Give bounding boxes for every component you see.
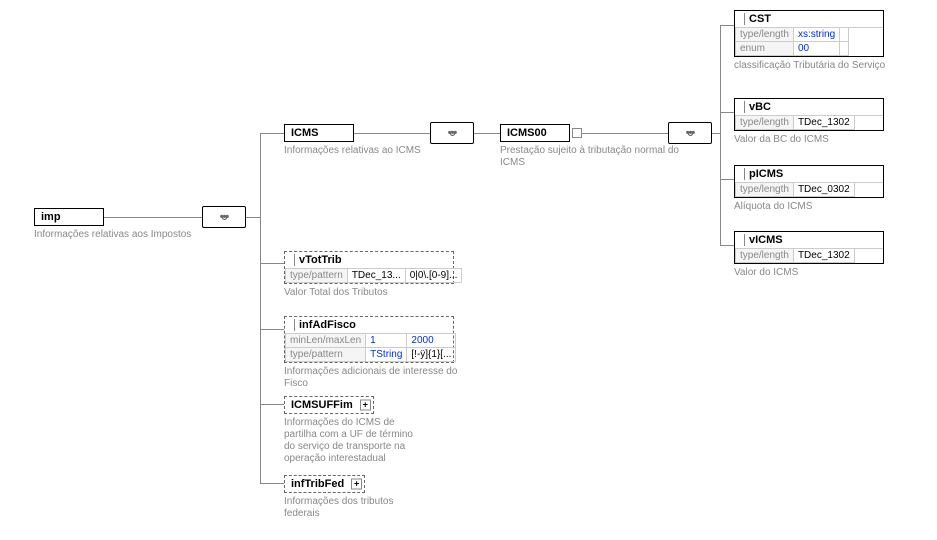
node-imp[interactable]: imp — [34, 208, 104, 226]
node-cst-desc: classificação Tributária do Serviço — [734, 60, 885, 72]
attr-val: 1 — [366, 334, 407, 348]
attr-key: enum — [736, 42, 794, 56]
node-vicms-label: vICMS — [749, 234, 783, 246]
node-infadfisco[interactable]: infAdFisco minLen/maxLen 1 2000 type/pat… — [284, 316, 454, 363]
node-icms-desc: Informações relativas ao ICMS — [284, 145, 421, 157]
node-infadfisco-desc: Informações adicionais de interesse do F… — [284, 366, 464, 390]
indicator-icon — [291, 319, 295, 331]
node-inftribfed-label: infTribFed — [291, 478, 344, 490]
node-imp-desc: Informações relativas aos Impostos — [34, 229, 191, 241]
node-icms00-label: ICMS00 — [507, 127, 547, 139]
node-icmsuffim-label: ICMSUFFim — [291, 399, 353, 411]
attr-val: TDec_1302 — [793, 116, 854, 130]
node-imp-label: imp — [41, 211, 61, 223]
node-inftribfed[interactable]: infTribFed + — [284, 475, 365, 493]
node-picms-desc: Alíquota do ICMS — [734, 201, 884, 213]
node-picms-label: pICMS — [749, 168, 783, 180]
attr-key: type/pattern — [286, 269, 348, 283]
indicator-icon — [741, 101, 745, 113]
indicator-icon — [741, 234, 745, 246]
attr-key: type/length — [736, 28, 794, 42]
indicator-icon — [741, 13, 745, 25]
attr-key: type/length — [736, 116, 794, 130]
node-picms[interactable]: pICMS type/lengthTDec_0302 — [734, 165, 884, 198]
sequence-icon[interactable]: ••• — [202, 206, 246, 228]
node-icms-label: ICMS — [291, 127, 319, 139]
node-vbc-label: vBC — [749, 101, 771, 113]
attr-val: 00 — [793, 42, 839, 56]
node-vtottrib-label: vTotTrib — [299, 254, 342, 266]
attr-val: TDec_1302 — [793, 249, 854, 263]
attr-key: type/length — [736, 249, 794, 263]
node-vbc[interactable]: vBC type/lengthTDec_1302 — [734, 98, 884, 131]
indicator-icon — [741, 168, 745, 180]
node-vicms[interactable]: vICMS type/lengthTDec_1302 — [734, 231, 884, 264]
sequence-icon[interactable]: ••• — [668, 122, 712, 144]
attr-key: type/pattern — [286, 348, 366, 362]
attr-key: minLen/maxLen — [286, 334, 366, 348]
choice-icon[interactable]: ••• — [430, 122, 474, 144]
node-vbc-desc: Valor da BC do ICMS — [734, 134, 884, 146]
attr-val: TString — [366, 348, 407, 362]
node-icms[interactable]: ICMS — [284, 124, 354, 142]
node-cst-label: CST — [749, 13, 771, 25]
attr-val: TDec_13... — [347, 269, 405, 283]
expand-icon[interactable]: + — [360, 400, 371, 411]
attr-key: type/length — [736, 183, 794, 197]
attr-val: [!-ÿ]{1}[... — [407, 348, 456, 362]
attr-val: 0|0\.[0-9]... — [405, 269, 462, 283]
attr-val: 2000 — [407, 334, 456, 348]
node-vtottrib[interactable]: vTotTrib type/pattern TDec_13... 0|0\.[0… — [284, 251, 454, 284]
node-inftribfed-desc: Informações dos tributos federais — [284, 496, 414, 520]
attr-val: xs:string — [793, 28, 839, 42]
node-vicms-desc: Valor do ICMS — [734, 267, 884, 279]
node-vtottrib-desc: Valor Total dos Tributos — [284, 287, 454, 299]
node-icmsuffim[interactable]: ICMSUFFim + — [284, 396, 374, 414]
node-cst[interactable]: CST type/lengthxs:string enum00 — [734, 10, 884, 57]
expand-icon[interactable]: + — [351, 479, 362, 490]
indicator-icon — [291, 254, 295, 266]
node-icms00-desc: Prestação sujeito à tributação normal do… — [500, 145, 700, 169]
attr-val: TDec_0302 — [793, 183, 854, 197]
node-icmsuffim-desc: Informações do ICMS de partilha com a UF… — [284, 417, 414, 465]
node-infadfisco-label: infAdFisco — [299, 319, 356, 331]
node-icms00[interactable]: ICMS00 — [500, 124, 570, 142]
